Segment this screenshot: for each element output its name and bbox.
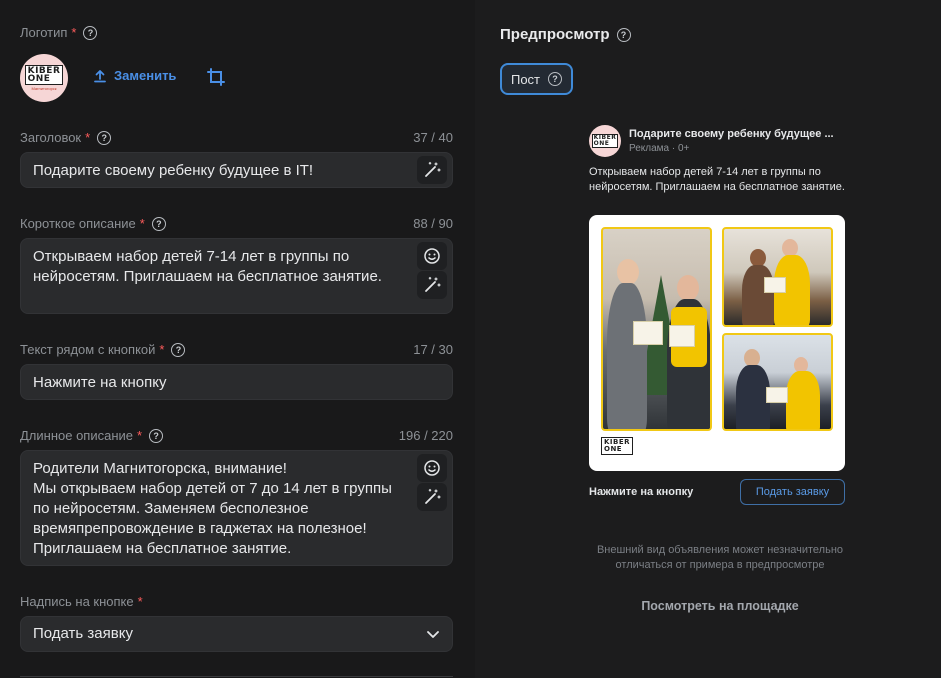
magic-wand-icon (425, 276, 441, 292)
ai-rewrite-short-desc-button[interactable] (417, 271, 447, 299)
magic-wand-icon (425, 161, 441, 177)
tab-post-label: Пост (510, 71, 541, 87)
short-desc-value: Открываем набор детей 7-14 лет в группы … (33, 248, 382, 285)
short-desc-counter: 88 / 90 (413, 216, 453, 231)
ai-rewrite-long-desc-button[interactable] (417, 483, 447, 511)
long-desc-textarea[interactable]: Родители Магнитогорска, внимание! Мы отк… (20, 450, 453, 566)
required-mark: * (139, 216, 145, 231)
long-desc-label-text: Длинное описание (20, 428, 134, 443)
long-desc-line: Приглашаем на бесплатное занятие. (33, 540, 292, 557)
preview-cta-button[interactable]: Подать заявку (740, 479, 845, 505)
crop-logo-button[interactable] (206, 67, 226, 92)
long-desc-line: Мы открываем набор детей от 7 до 14 лет … (33, 480, 392, 537)
help-icon[interactable]: ? (149, 428, 164, 443)
headline-label: Заголовок * ? (20, 130, 112, 145)
logo-label: Логотип * ? (20, 25, 98, 40)
ad-image: KIBER ONE (589, 215, 845, 471)
help-icon[interactable]: ? (548, 72, 563, 86)
ad-subtitle: Реклама · 0+ (629, 143, 690, 154)
brand-logo: KIBER ONE (591, 134, 619, 148)
preview-title-text: Предпросмотр (500, 26, 610, 43)
person-body (736, 365, 770, 429)
long-desc-counter: 196 / 220 (398, 428, 453, 443)
required-mark: * (137, 594, 143, 609)
ad-avatar: KIBER ONE (589, 125, 621, 157)
photo-collage-bottom (722, 333, 833, 431)
crop-icon (207, 68, 225, 86)
short-desc-textarea[interactable]: Открываем набор детей 7-14 лет в группы … (20, 238, 453, 314)
button-text-label: Текст рядом с кнопкой * ? (20, 342, 186, 357)
view-on-platform-link[interactable]: Посмотреть на площадке (575, 599, 865, 613)
photo-collage-top (722, 227, 833, 327)
preview-title: Предпросмотр ? (500, 26, 631, 43)
section-divider (20, 676, 453, 677)
person-head (617, 259, 639, 285)
headline-value: Подарите своему ребенку будущее в IT! (33, 162, 314, 179)
headline-label-text: Заголовок (20, 130, 82, 145)
required-mark: * (137, 428, 143, 443)
emoji-button[interactable] (417, 454, 447, 482)
ad-title: Подарите своему ребенку будущее ... (629, 128, 834, 140)
long-desc-label: Длинное описание * ? (20, 428, 164, 443)
button-text-label-text: Текст рядом с кнопкой (20, 342, 156, 357)
emoji-button[interactable] (417, 242, 447, 270)
yellow-vest (786, 371, 820, 429)
emoji-icon (424, 460, 440, 476)
preview-cta-label: Нажмите на кнопку (589, 486, 694, 498)
required-mark: * (71, 25, 77, 40)
button-text-input[interactable]: Нажмите на кнопку (20, 364, 453, 400)
cta-caption-select[interactable]: Подать заявку (20, 616, 453, 652)
logo-avatar: KIBER ONE Магнитогорск (20, 54, 68, 102)
button-text-value: Нажмите на кнопку (33, 374, 167, 391)
required-mark: * (159, 342, 165, 357)
magic-wand-icon (425, 488, 441, 504)
tab-post[interactable]: Пост ? (500, 63, 573, 95)
ad-editor-panel: Логотип * ? KIBER ONE Магнитогорск Замен… (0, 0, 475, 678)
brand-logo: KIBER ONE (601, 437, 634, 455)
person-head (677, 275, 699, 301)
help-icon[interactable]: ? (616, 27, 631, 42)
brand-logo-caption: Магнитогорск (31, 86, 57, 91)
help-icon[interactable]: ? (151, 216, 166, 231)
preview-panel: Предпросмотр ? Пост ? KIBER ONE Подарите… (475, 0, 941, 678)
brand-logo-bottom: ONE (593, 140, 610, 147)
certificate (633, 321, 663, 345)
cta-caption-label: Надпись на кнопке * (20, 594, 143, 609)
headline-input[interactable]: Подарите своему ребенку будущее в IT! (20, 152, 453, 188)
certificate (766, 387, 788, 403)
person-body (607, 283, 647, 429)
ai-rewrite-headline-button[interactable] (417, 156, 447, 184)
cta-caption-selected: Подать заявку (33, 625, 133, 642)
replace-logo-button[interactable]: Заменить (93, 68, 176, 83)
person-body (742, 265, 774, 325)
button-text-counter: 17 / 30 (413, 342, 453, 357)
help-icon[interactable]: ? (83, 25, 98, 40)
help-icon[interactable]: ? (171, 342, 186, 357)
help-icon[interactable]: ? (97, 130, 112, 145)
headline-counter: 37 / 40 (413, 130, 453, 145)
certificate (669, 325, 695, 347)
brand-logo-bottom: ONE (604, 445, 623, 453)
preview-disclaimer: Внешний вид объявления может незначитель… (596, 544, 844, 571)
upload-icon (94, 69, 106, 82)
ad-text: Открываем набор детей 7-14 лет в группы … (589, 166, 845, 193)
brand-logo-bottom: ONE (27, 74, 51, 84)
photo-collage-main (601, 227, 712, 431)
required-mark: * (85, 130, 91, 145)
emoji-icon (424, 248, 440, 264)
short-desc-label: Короткое описание * ? (20, 216, 166, 231)
short-desc-label-text: Короткое описание (20, 216, 136, 231)
cta-caption-label-text: Надпись на кнопке (20, 594, 134, 609)
logo-label-text: Логотип (20, 25, 68, 40)
certificate (764, 277, 786, 293)
replace-logo-label: Заменить (114, 68, 177, 83)
long-desc-line: Родители Магнитогорска, внимание! (33, 460, 287, 477)
brand-logo: KIBER ONE (24, 65, 64, 85)
ad-card-header: KIBER ONE Подарите своему ребенку будуще… (589, 125, 847, 157)
chevron-down-icon (427, 631, 439, 638)
